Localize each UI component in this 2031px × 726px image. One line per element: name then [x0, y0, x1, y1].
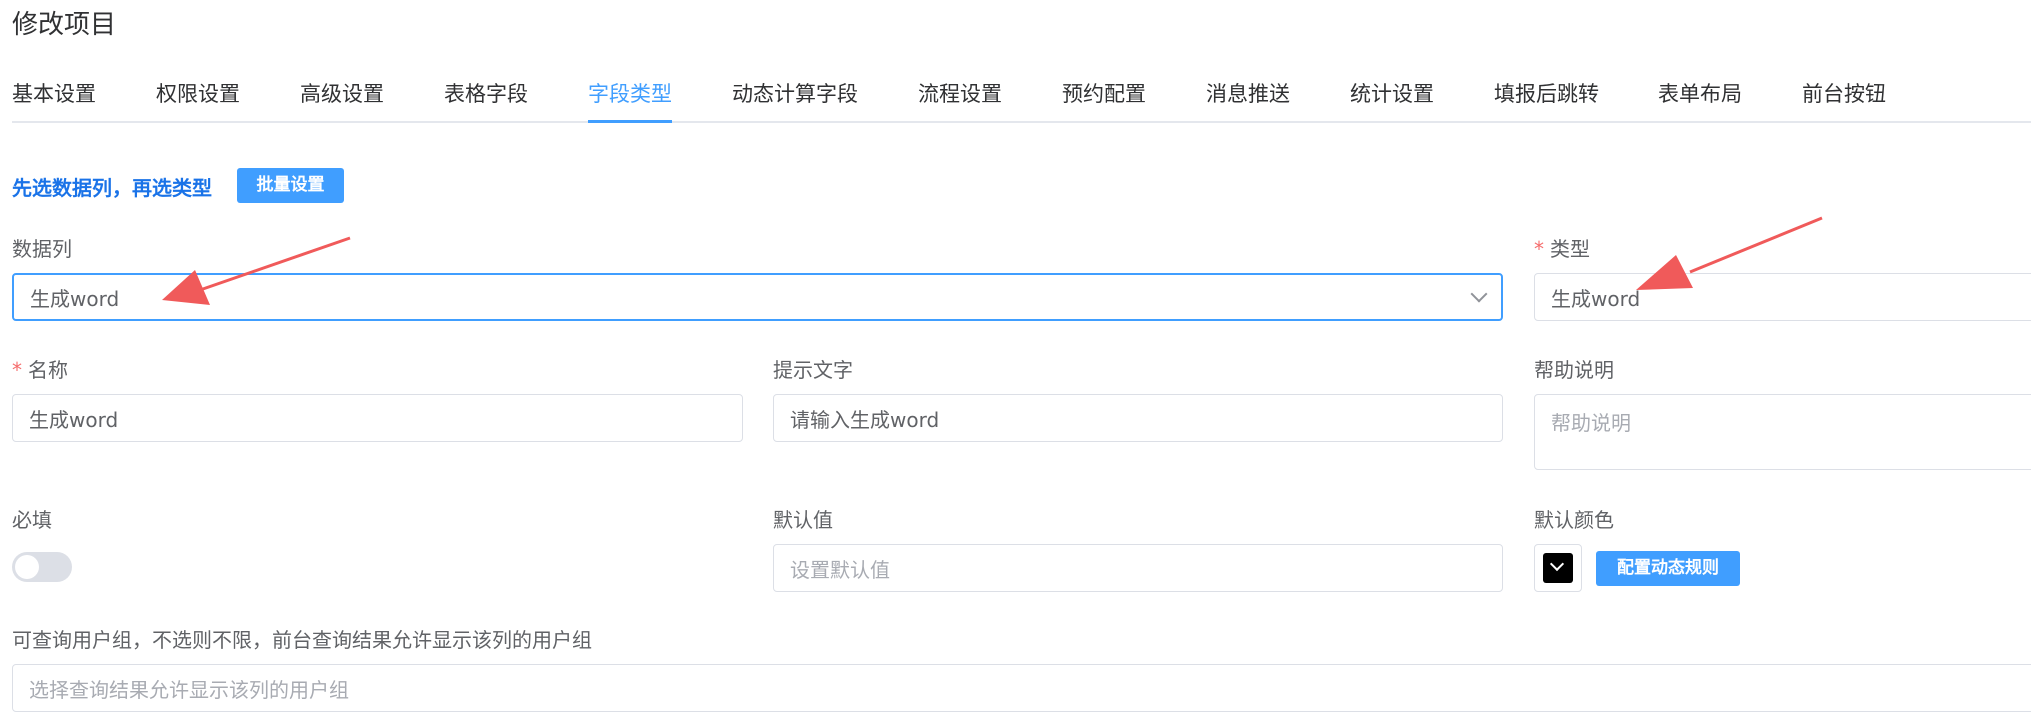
tab-message-push[interactable]: 消息推送 [1206, 78, 1290, 121]
name-label: * 名称 [12, 358, 68, 382]
page-title: 修改项目 [12, 10, 117, 40]
batch-settings-button[interactable]: 批量设置 [237, 168, 344, 203]
data-column-label: 数据列 [12, 237, 72, 261]
color-picker[interactable] [1534, 544, 1582, 592]
required-label: 必填 [12, 508, 52, 532]
tab-dynamic-calc-fields[interactable]: 动态计算字段 [732, 78, 858, 121]
tab-advanced-settings[interactable]: 高级设置 [300, 78, 384, 121]
tip-text-input[interactable]: 请输入生成word [773, 394, 1503, 442]
default-value-input[interactable]: 设置默认值 [773, 544, 1503, 592]
tip-text-label: 提示文字 [773, 358, 853, 382]
type-select[interactable]: 生成word [1534, 273, 2031, 321]
data-column-value: 生成word [30, 286, 120, 311]
required-asterisk: * [1534, 237, 1544, 261]
name-value: 生成word [29, 407, 119, 432]
toggle-knob [15, 555, 39, 579]
tab-basic-settings[interactable]: 基本设置 [12, 78, 96, 121]
help-placeholder: 帮助说明 [1551, 411, 1631, 435]
help-textarea[interactable]: 帮助说明 [1534, 394, 2031, 470]
tab-table-fields[interactable]: 表格字段 [444, 78, 528, 121]
type-value: 生成word [1551, 286, 1641, 311]
query-groups-placeholder: 选择查询结果允许显示该列的用户组 [29, 677, 349, 702]
required-toggle[interactable] [12, 552, 72, 582]
tab-frontend-buttons[interactable]: 前台按钮 [1802, 78, 1886, 121]
tab-post-submit-redirect[interactable]: 填报后跳转 [1494, 78, 1599, 121]
name-input[interactable]: 生成word [12, 394, 743, 442]
tip-text-value: 请输入生成word [790, 407, 940, 432]
tab-permission-settings[interactable]: 权限设置 [156, 78, 240, 121]
default-value-label: 默认值 [773, 508, 833, 532]
required-asterisk: * [12, 358, 22, 382]
data-column-select[interactable]: 生成word [12, 273, 1503, 321]
tab-booking-config[interactable]: 预约配置 [1062, 78, 1146, 121]
type-label: * 类型 [1534, 237, 1590, 261]
default-value-placeholder: 设置默认值 [790, 557, 890, 582]
tab-bar: 基本设置 权限设置 高级设置 表格字段 字段类型 动态计算字段 流程设置 预约配… [12, 78, 2031, 123]
tab-field-types[interactable]: 字段类型 [588, 78, 672, 123]
tab-statistics-settings[interactable]: 统计设置 [1350, 78, 1434, 121]
selection-hint: 先选数据列，再选类型 [12, 176, 212, 200]
default-color-label: 默认颜色 [1534, 508, 1614, 532]
help-label: 帮助说明 [1534, 358, 1614, 382]
query-groups-label: 可查询用户组，不选则不限，前台查询结果允许显示该列的用户组 [12, 628, 592, 652]
chevron-down-icon [1470, 285, 1488, 303]
tab-form-layout[interactable]: 表单布局 [1658, 78, 1742, 121]
configure-dynamic-rules-button[interactable]: 配置动态规则 [1596, 551, 1740, 586]
tab-workflow-settings[interactable]: 流程设置 [918, 78, 1002, 121]
query-groups-select[interactable]: 选择查询结果允许显示该列的用户组 [12, 664, 2031, 712]
